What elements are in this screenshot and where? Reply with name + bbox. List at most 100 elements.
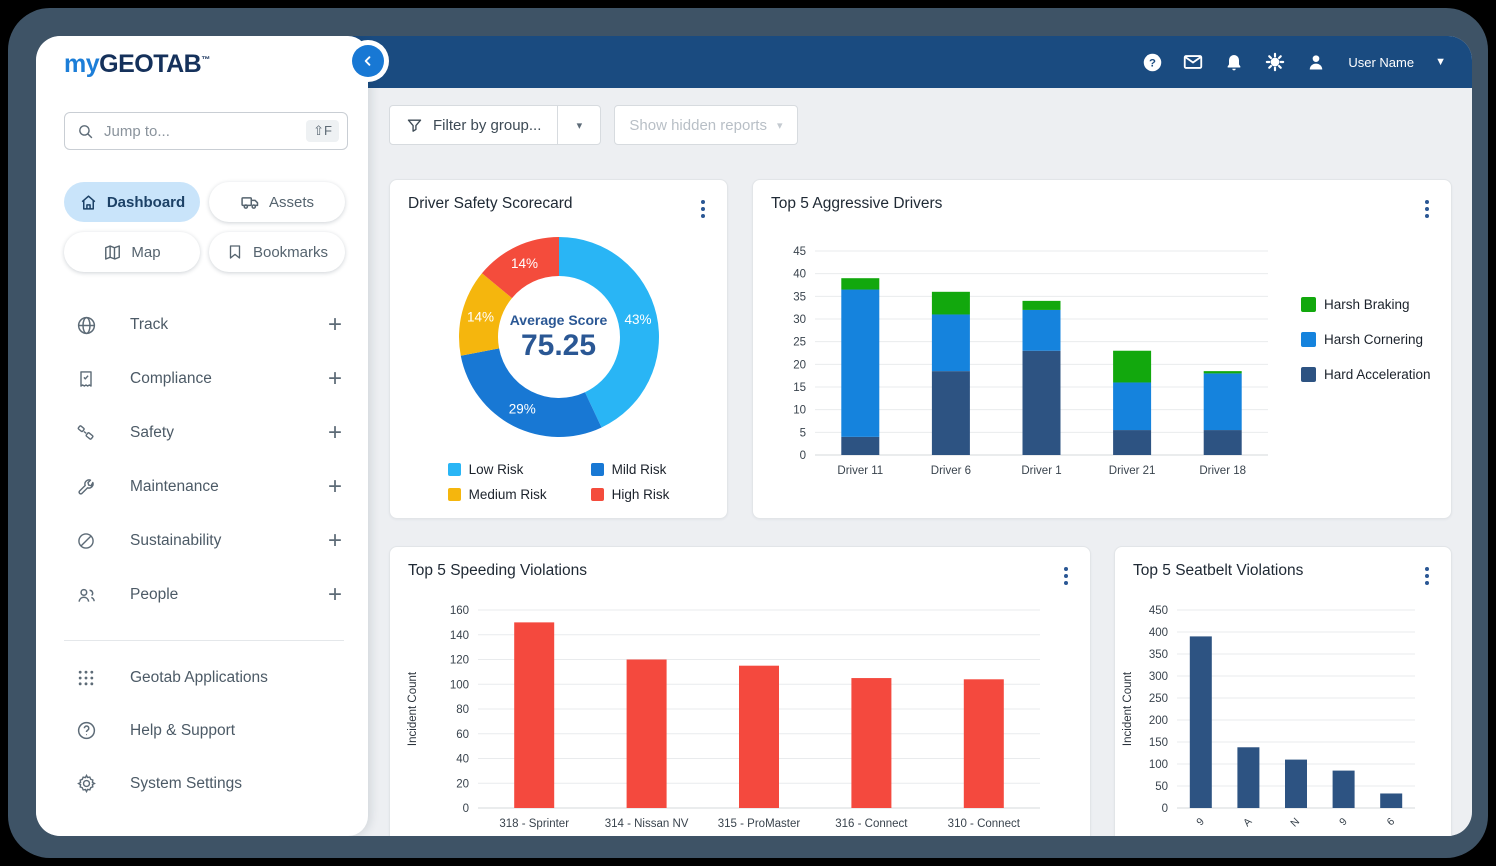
search-input[interactable]: Jump to... ⇧F [64,112,348,150]
sidebar-item-track[interactable]: Track + [36,298,368,352]
mail-icon[interactable] [1182,51,1204,73]
bookmark-icon [226,243,244,261]
legend-swatch [1301,297,1316,312]
user-menu-caret-icon[interactable]: ▼ [1435,56,1446,68]
legend-label: Harsh Braking [1324,297,1410,312]
sidebar-collapse-button[interactable] [352,45,384,77]
gear-icon[interactable] [1264,51,1286,73]
help-icon[interactable]: ? [1141,51,1163,73]
svg-text:20: 20 [793,359,806,371]
search-icon [77,123,94,140]
user-icon[interactable] [1305,51,1327,73]
sidebar-item-safety[interactable]: Safety + [36,406,368,460]
kebab-menu-icon[interactable] [1058,562,1074,590]
svg-text:A: A [1241,816,1254,829]
legend-label: Medium Risk [469,487,547,502]
legend-item: Harsh Braking [1301,297,1431,312]
quick-button-label: Bookmarks [253,244,328,261]
svg-text:Incident Count: Incident Count [407,671,419,746]
svg-text:Driver 21: Driver 21 [1109,465,1156,477]
svg-text:40: 40 [793,269,806,281]
expand-plus-icon[interactable]: + [328,585,342,605]
wrench-icon [76,477,98,497]
svg-text:29%: 29% [508,402,535,417]
sidebar-item-maintenance[interactable]: Maintenance + [36,460,368,514]
bar-segment [1190,636,1212,808]
svg-text:140: 140 [450,630,469,642]
search-shortcut-badge: ⇧F [306,120,339,142]
svg-text:200: 200 [1149,715,1168,727]
legend-swatch [591,463,604,476]
legend-item: Harsh Cornering [1301,332,1431,347]
bar-segment [932,314,970,371]
aggressive-drivers-legend: Harsh Braking Harsh Cornering Hard Acceler… [1301,297,1431,491]
chevron-left-icon [361,54,375,68]
show-hidden-reports-control[interactable]: Show hidden reports ▾ [614,105,797,145]
kebab-menu-icon[interactable] [1419,195,1435,223]
legend-label: High Risk [612,487,670,502]
svg-text:5: 5 [800,427,806,439]
sidebar-item-label: People [130,586,328,604]
svg-text:Driver 18: Driver 18 [1199,465,1246,477]
svg-text:Driver 11: Driver 11 [837,465,883,477]
kebab-menu-icon[interactable] [1419,562,1435,590]
quick-button-label: Assets [269,194,314,211]
expand-plus-icon[interactable]: + [328,315,342,335]
sidebar-item-compliance[interactable]: Compliance + [36,352,368,406]
svg-text:100: 100 [450,679,469,691]
scorecard-legend: Low RiskMild RiskMedium RiskHigh Risk [448,462,670,502]
filter-by-group-control[interactable]: Filter by group... ▾ [389,105,601,145]
sidebar-divider [64,640,344,641]
sidebar-item-people[interactable]: People + [36,568,368,622]
map-icon [103,243,122,262]
expand-plus-icon[interactable]: + [328,531,342,551]
logo-name: GEOTAB [99,50,201,78]
svg-text:316 - Connect: 316 - Connect [835,818,908,830]
svg-text:9: 9 [1194,816,1207,829]
apps-grid-icon [76,668,98,688]
donut-slice [460,348,601,437]
scorecard-donut: 43%29%14%14% Average Score 75.25 [453,231,665,448]
bar-segment [841,290,879,437]
expand-plus-icon[interactable]: + [328,423,342,443]
bar-segment [1023,310,1061,351]
filter-dropdown-caret[interactable]: ▾ [558,106,600,144]
svg-text:10: 10 [793,405,806,417]
kebab-menu-icon[interactable] [695,195,711,223]
expand-plus-icon[interactable]: + [328,369,342,389]
legend-swatch [1301,367,1316,382]
stacked-bar-chart-canvas: 051015202530354045Driver 11Driver 6Drive… [763,229,1283,491]
legend-item: Hard Acceleration [1301,367,1431,382]
svg-text:20: 20 [456,778,469,790]
bar-segment [841,437,879,455]
sidebar-item-sustainability[interactable]: Sustainability + [36,514,368,568]
expand-plus-icon[interactable]: + [328,477,342,497]
card-title: Top 5 Speeding Violations [408,562,587,580]
filter-by-group-label: Filter by group... [433,117,541,134]
sidebar-item-label: Safety [130,424,328,442]
card-top5-seatbelt-violations: Top 5 Seatbelt Violations 05010015020025… [1114,546,1452,836]
sidebar-item-help-support[interactable]: Help & Support [36,704,368,757]
svg-text:25: 25 [793,337,806,349]
bar-segment [1237,747,1259,808]
bell-icon[interactable] [1223,51,1245,73]
card-top5-aggressive-drivers: Top 5 Aggressive Drivers 051015202530354… [752,179,1452,519]
sidebar-item-system-settings[interactable]: System Settings [36,757,368,810]
user-name-label[interactable]: User Name [1348,55,1414,70]
svg-text:0: 0 [800,450,806,462]
svg-text:14%: 14% [467,309,494,324]
svg-text:0: 0 [1162,803,1168,815]
svg-text:N: N [1288,816,1302,830]
sidebar-item-bookmarks[interactable]: Bookmarks [209,232,345,272]
bar-segment [932,371,970,455]
card-top5-speeding-violations: Top 5 Speeding Violations 02040608010012… [389,546,1091,836]
funnel-icon [406,117,423,134]
card-title: Top 5 Seatbelt Violations [1133,562,1303,580]
sidebar-item-label: Sustainability [130,532,328,550]
bar-segment [1204,430,1242,455]
sidebar-item-map[interactable]: Map [64,232,200,272]
sidebar-item-label: Help & Support [130,722,235,740]
sidebar-item-geotab-applications[interactable]: Geotab Applications [36,651,368,704]
sidebar-item-assets[interactable]: Assets [209,182,345,222]
sidebar-item-dashboard[interactable]: Dashboard [64,182,200,222]
